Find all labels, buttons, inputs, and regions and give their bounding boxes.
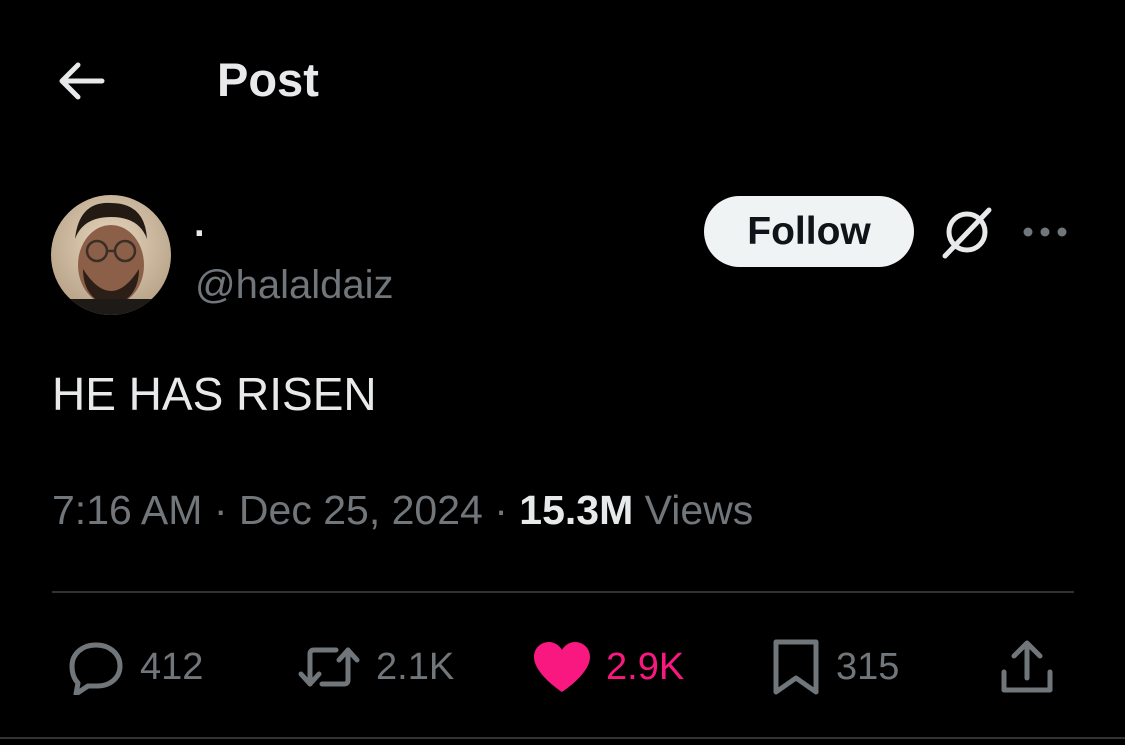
avatar-photo <box>51 195 171 315</box>
more-horizontal-icon <box>1023 227 1067 237</box>
avatar[interactable] <box>51 195 171 315</box>
display-name[interactable]: · <box>194 212 207 256</box>
views-label: Views <box>644 487 754 533</box>
tweet-date[interactable]: Dec 25, 2024 <box>239 487 483 533</box>
more-options-button[interactable] <box>1016 210 1074 254</box>
reply-button[interactable]: 412 <box>66 632 203 702</box>
views-count[interactable]: 15.3M <box>519 487 633 533</box>
bookmark-button[interactable]: 315 <box>770 632 899 702</box>
heart-filled-icon <box>534 642 590 692</box>
tweet-text: HE HAS RISEN <box>52 368 377 420</box>
reply-count: 412 <box>140 646 204 688</box>
user-handle[interactable]: @halaldaiz <box>195 261 394 309</box>
repost-icon <box>298 647 360 687</box>
tweet-meta: 7:16 AM · Dec 25, 2024 · 15.3M Views <box>52 484 753 536</box>
like-button[interactable]: 2.9K <box>532 632 684 702</box>
meta-separator: · <box>213 487 228 533</box>
like-count: 2.9K <box>606 646 685 688</box>
tweet-time[interactable]: 7:16 AM <box>52 487 202 533</box>
repost-button[interactable]: 2.1K <box>296 632 454 702</box>
share-button[interactable] <box>998 632 1056 702</box>
grok-icon <box>942 207 992 259</box>
back-button[interactable] <box>52 56 108 106</box>
follow-button[interactable]: Follow <box>704 196 914 267</box>
page-title: Post <box>217 53 319 106</box>
share-icon <box>1001 640 1053 693</box>
repost-count: 2.1K <box>376 646 455 688</box>
bookmark-count: 315 <box>836 646 900 688</box>
reply-icon <box>69 642 123 695</box>
divider <box>52 591 1074 593</box>
arrow-left-icon <box>59 62 105 100</box>
grok-button[interactable] <box>934 202 998 264</box>
meta-separator: · <box>494 487 508 533</box>
divider-bottom <box>0 737 1125 739</box>
bookmark-icon <box>773 639 819 695</box>
